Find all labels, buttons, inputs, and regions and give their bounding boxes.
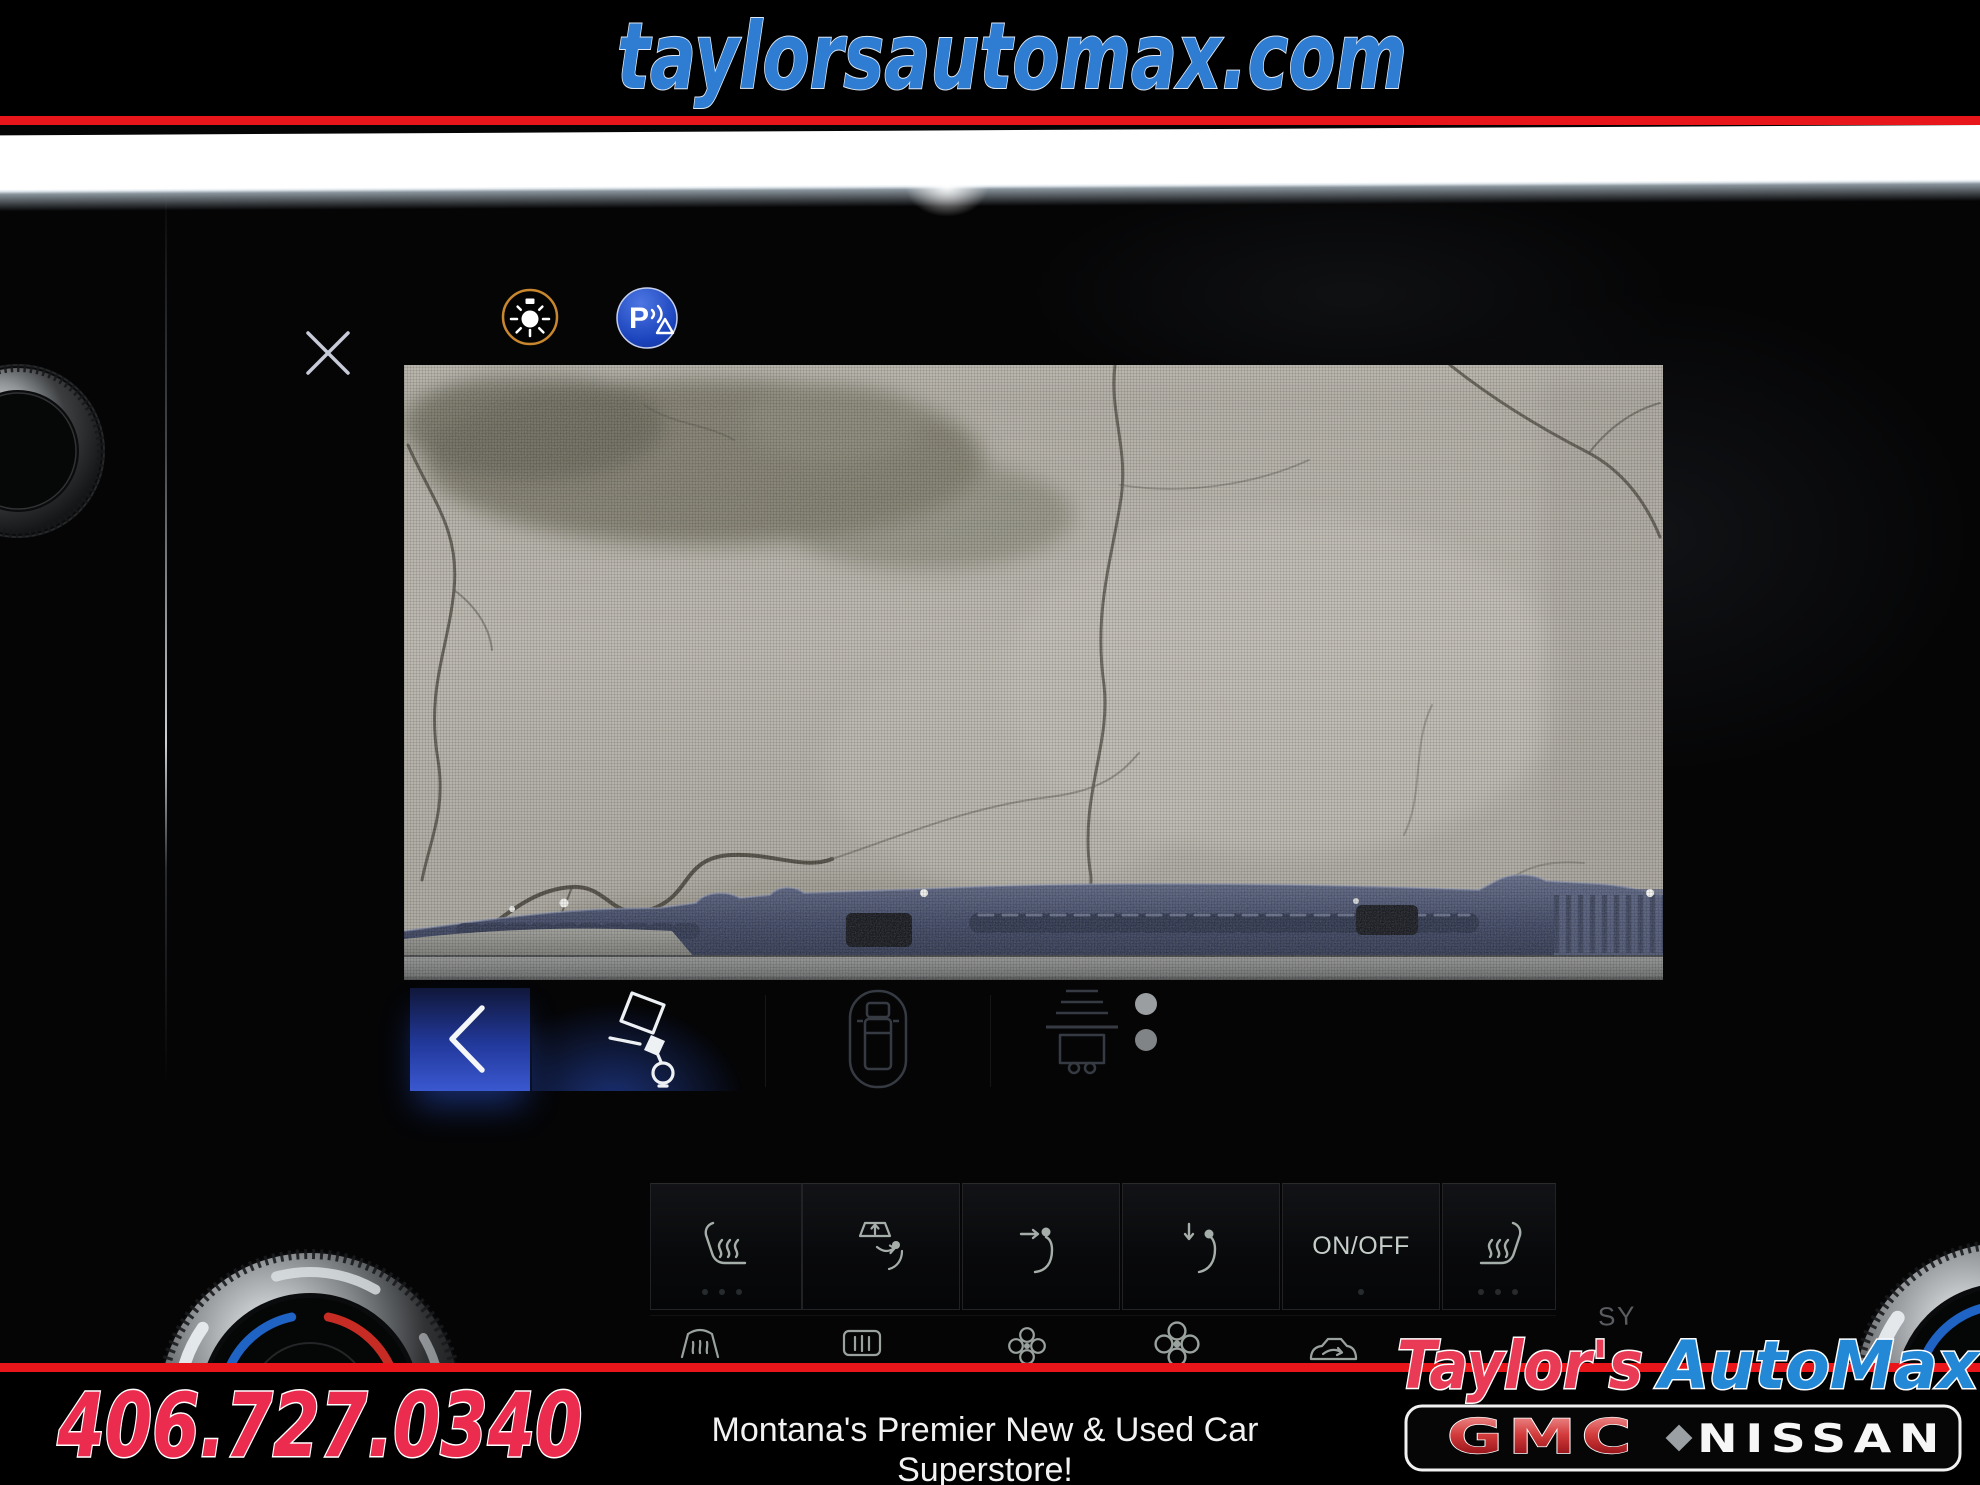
nissan-logo: NISSAN (1697, 1417, 1947, 1462)
seat-heat-led (719, 1289, 725, 1295)
defrost-face-vent-icon (857, 1220, 907, 1272)
phone-number-text: 406.727.0340 (57, 1386, 583, 1477)
defrost-and-face-vent-button[interactable] (802, 1183, 960, 1310)
gmc-logo: GMC (1447, 1410, 1637, 1465)
windshield-reflection-band (0, 125, 1980, 221)
climate-power-label: ON/OFF (1312, 1232, 1409, 1261)
floor-vent-button[interactable] (1122, 1183, 1280, 1310)
heated-seat-right-icon (1477, 1220, 1523, 1270)
volume-knob[interactable] (0, 363, 106, 539)
close-icon (308, 333, 348, 373)
brand-second-word: AutoMax (1654, 1327, 1980, 1404)
seat-heat-led (1478, 1289, 1484, 1295)
phone-number: 406.727.0340 (25, 1386, 625, 1478)
heated-seat-left-button[interactable] (650, 1183, 802, 1310)
brand-logo: Taylor's AutoMax (1385, 1312, 1980, 1404)
red-stripe-top (0, 116, 1980, 125)
page-indicator-dots[interactable] (1134, 991, 1158, 1057)
recirculation-icon (1311, 1339, 1356, 1359)
face-vent-button[interactable] (962, 1183, 1120, 1310)
front-defrost-icon (682, 1330, 718, 1357)
reflection-highlight (905, 173, 989, 217)
seat-heat-led (1495, 1289, 1501, 1295)
fan-high-button[interactable] (1154, 1321, 1200, 1363)
surround-view-icon (848, 989, 908, 1089)
brand-first-word: Taylor's (1397, 1327, 1643, 1404)
oem-badge: GMC NISSAN (1402, 1402, 1964, 1476)
dashboard-photo: P (0, 125, 1980, 1363)
back-button[interactable] (410, 988, 530, 1091)
rear-defrost-icon (844, 1331, 880, 1355)
screenshot-root: taylorsautomax.com (0, 0, 1980, 1485)
trailer-view-icon (1044, 985, 1120, 1079)
park-assist-button[interactable]: P (615, 286, 679, 350)
hitch-view-icon (606, 989, 690, 1091)
dealer-top-banner: taylorsautomax.com (0, 0, 1980, 116)
driver-temp-knob[interactable] (150, 1243, 470, 1363)
rear-defrost-button[interactable] (842, 1329, 882, 1363)
screen-bezel-edge (165, 185, 167, 1085)
park-letter: P (629, 302, 649, 335)
dealer-tagline: Montana's Premier New & Used Car Superst… (630, 1410, 1340, 1485)
seat-heat-led (1512, 1289, 1518, 1295)
site-url-text: taylorsautomax.com (617, 3, 1407, 110)
chevron-left-icon (410, 988, 530, 1091)
front-defrost-button[interactable] (680, 1327, 720, 1363)
fan-low-icon (1009, 1328, 1045, 1363)
floor-vent-icon (1179, 1222, 1225, 1274)
seat-heat-led (736, 1289, 742, 1295)
fan-high-icon (1156, 1323, 1199, 1363)
bed-camera-image (404, 365, 1663, 980)
seat-heat-led (702, 1289, 708, 1295)
close-button[interactable] (300, 325, 356, 381)
brightness-button[interactable] (500, 287, 560, 347)
heated-seat-left-icon (703, 1220, 749, 1270)
site-url-wordmark: taylorsautomax.com (0, 0, 1980, 116)
power-led (1358, 1289, 1364, 1295)
fan-low-button[interactable] (1008, 1327, 1046, 1363)
face-vent-icon (1019, 1222, 1065, 1274)
recirculation-button[interactable] (1308, 1331, 1358, 1363)
